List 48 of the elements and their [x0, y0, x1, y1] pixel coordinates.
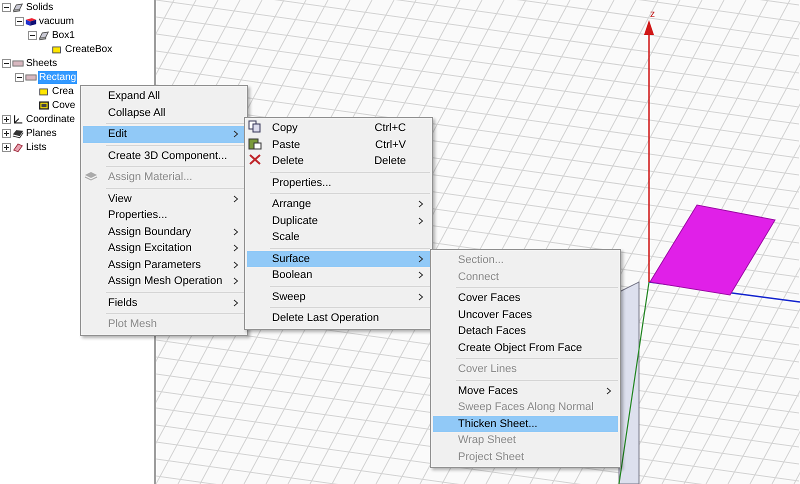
menu-item[interactable]: Edit — [83, 126, 245, 142]
layers-icon — [84, 169, 98, 182]
list-icon — [12, 142, 24, 152]
menu-item[interactable]: Delete Delete — [247, 153, 430, 170]
menu-item[interactable]: Delete Last Operation — [247, 310, 430, 326]
sheet-icon — [25, 72, 37, 82]
menu-item[interactable]: Boolean — [247, 267, 430, 284]
tree-item[interactable]: Cove — [51, 98, 76, 112]
copy-icon — [248, 120, 262, 134]
tree-item[interactable]: Box1 — [51, 28, 76, 42]
menu-item[interactable]: Surface — [247, 250, 430, 267]
menu-item[interactable]: Create Object From Face — [433, 340, 618, 356]
delete-icon — [248, 153, 262, 166]
menu-item[interactable]: Sweep — [247, 288, 430, 305]
tree-item[interactable]: Planes — [25, 126, 58, 140]
menu-item[interactable]: Arrange — [247, 196, 430, 212]
tree-item[interactable]: Lists — [25, 140, 48, 154]
menu-item[interactable]: Move Faces — [433, 382, 618, 399]
tree-item[interactable]: Sheets — [25, 56, 58, 70]
collapse-icon[interactable] — [28, 30, 37, 40]
collapse-icon[interactable] — [15, 16, 24, 26]
axes-icon — [12, 114, 24, 124]
collapse-icon[interactable] — [2, 58, 11, 68]
menu-item[interactable]: Detach Faces — [433, 323, 618, 340]
menu-item[interactable]: Thicken Sheet... — [433, 416, 618, 432]
tree-item[interactable]: CreateBox — [64, 42, 114, 56]
menu-item[interactable]: Scale — [247, 229, 430, 246]
collapse-icon[interactable] — [2, 2, 11, 12]
menu-item[interactable]: Cover Faces — [433, 290, 618, 306]
menu-item[interactable]: Properties... — [247, 174, 430, 191]
menu-item[interactable]: Copy Ctrl+C — [247, 120, 430, 136]
menu-item[interactable]: Duplicate — [247, 212, 430, 229]
menu-item[interactable]: Paste Ctrl+V — [247, 136, 430, 153]
planes-icon — [12, 128, 24, 138]
axis-label: z — [650, 9, 655, 20]
expand-icon[interactable] — [2, 114, 11, 124]
tree-item[interactable]: Solids — [25, 0, 54, 14]
expand-icon[interactable] — [2, 142, 11, 152]
sheet-icon — [12, 58, 24, 68]
menu-item[interactable]: Uncover Faces — [433, 306, 618, 323]
frame-icon — [38, 100, 50, 110]
collapse-icon[interactable] — [15, 72, 24, 82]
tree-item[interactable]: Coordinate — [25, 112, 76, 126]
box-icon — [38, 30, 50, 40]
expand-icon[interactable] — [2, 128, 11, 138]
tree-item[interactable]: vacuum — [38, 14, 76, 28]
paste-icon — [248, 136, 262, 150]
tree-item[interactable]: Crea — [51, 84, 75, 98]
